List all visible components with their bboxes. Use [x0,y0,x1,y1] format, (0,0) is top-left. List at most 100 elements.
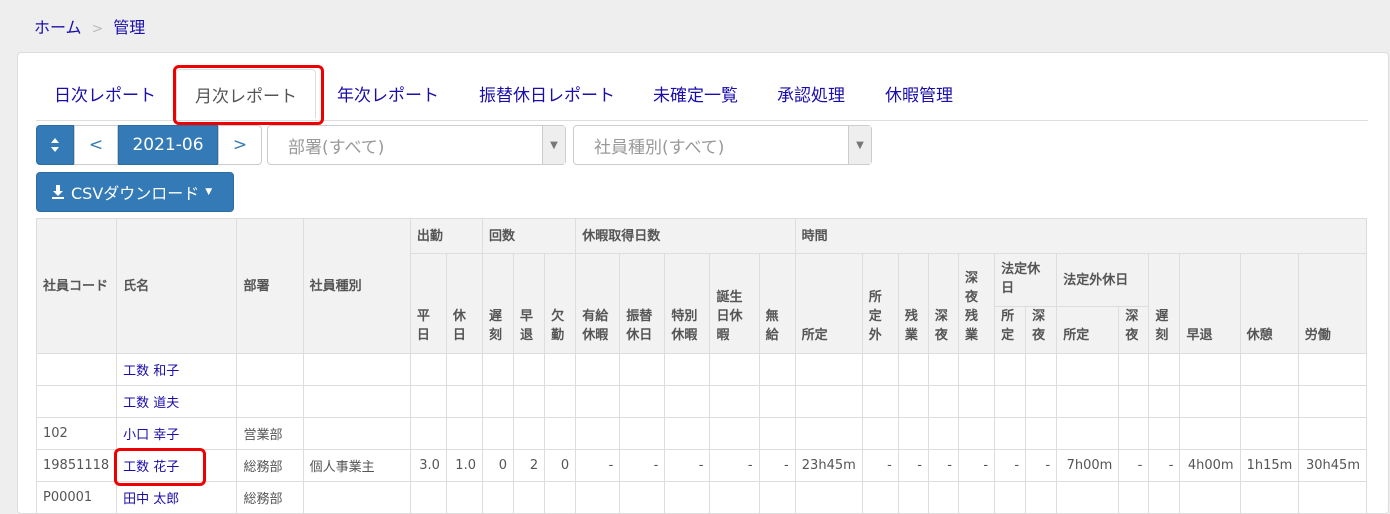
cell-value [927,481,959,514]
tab-substitute-holiday-report[interactable]: 振替休日レポート [479,81,615,106]
cell-name: 工数 道夫 [116,385,238,418]
cell-value [1297,385,1368,418]
cell-value [957,385,996,418]
tab-monthly-report[interactable]: 月次レポート [176,69,316,119]
cell-value [861,385,899,418]
cell-value: - [758,449,796,482]
cell-value [664,481,711,514]
group-count: 回数 [481,218,577,254]
cell-name: 工数 和子 [116,353,238,386]
cell-value [481,385,515,418]
col-employee-type: 社員種別 [302,218,411,354]
month-picker-toggle[interactable] [36,125,74,165]
cell-value [709,385,760,418]
cell-value: - [664,449,711,482]
col-department: 部署 [236,218,304,354]
cell-value [1056,353,1120,386]
cell-value [1025,481,1058,514]
report-tabs: 日次レポート 月次レポート 年次レポート 振替休日レポート 未確定一覧 承認処理… [36,69,1368,121]
cell-value [709,481,760,514]
cell-value [794,481,863,514]
cell-employee-code: 102 [35,417,118,450]
cell-employee-type [302,385,411,418]
cell-value [1118,353,1150,386]
cell-value [897,385,929,418]
cell-value [409,353,447,386]
employee-type-select-placeholder: 社員種別(すべて) [594,137,725,158]
col-special-leave: 特別休暇 [664,253,711,354]
cell-employee-code: 19851118 [35,449,118,482]
cell-value: - [957,449,996,482]
tab-leave-management[interactable]: 休暇管理 [885,81,953,106]
prev-month-button[interactable]: < [74,125,118,165]
col-late: 遅刻 [481,253,515,354]
cell-value: 0 [481,449,515,482]
breadcrumb-current-link[interactable]: 管理 [113,18,145,37]
cell-value [513,417,546,450]
col-early-leave: 早退 [513,253,546,354]
department-select[interactable]: 部署(すべて) ▼ [267,125,566,165]
employee-name-link[interactable]: 工数 道夫 [123,396,179,411]
cell-value [897,481,929,514]
tab-yearly-report[interactable]: 年次レポート [337,81,439,106]
employee-name-link[interactable]: 工数 花子 [123,460,179,475]
cell-value [1239,353,1299,386]
cell-value [994,481,1027,514]
chevron-down-icon: ▼ [542,126,565,164]
cell-department: 総務部 [236,449,304,482]
cell-value [409,481,447,514]
cell-value [927,417,959,450]
col-night: 深夜 [927,253,959,354]
cell-employee-type [302,417,411,450]
cell-value [794,353,863,386]
employee-name-link[interactable]: 小口 幸子 [123,428,179,443]
cell-value: - [994,449,1027,482]
cell-value [619,417,666,450]
table-row: 19851118 工数 花子 総務部 個人事業主 3.0 1.0 0 2 0- - - - -23h45… [35,449,1368,482]
cell-value [445,353,483,386]
employee-type-select[interactable]: 社員種別(すべて) ▼ [573,125,872,165]
cell-value [861,417,899,450]
breadcrumb-home-link[interactable]: ホーム [34,18,82,37]
cell-value [513,353,546,386]
cell-value [664,385,711,418]
table-row: 工数 和子 [35,353,1368,386]
table-row: 工数 道夫 [35,385,1368,418]
tab-unconfirmed-list[interactable]: 未確定一覧 [653,81,738,106]
current-month[interactable]: 2021-06 [118,125,218,165]
cell-value [1056,417,1120,450]
cell-value: - [861,449,899,482]
cell-value [445,481,483,514]
cell-value [1239,417,1299,450]
col-legal-holiday-night: 深夜 [1025,306,1058,354]
cell-value [1025,417,1058,450]
col-night-overtime: 深夜残業 [957,253,996,354]
csv-download-button[interactable]: CSVダウンロード ▼ [36,172,234,212]
cell-value [409,417,447,450]
col-weekday: 平日 [409,253,447,354]
col-nonlegal-holiday-night: 深夜 [1118,306,1150,354]
tab-daily-report[interactable]: 日次レポート [54,81,156,106]
cell-value [445,417,483,450]
cell-value: 7h00m [1056,449,1120,482]
cell-value [1025,385,1058,418]
department-select-placeholder: 部署(すべて) [288,137,385,158]
table-group-header-row: 社員コード 氏名 部署 社員種別 出勤 回数 休暇取得日数 時間 [35,218,1368,354]
col-break: 休憩 [1239,253,1299,354]
cell-value [927,353,959,386]
cell-value [544,417,577,450]
employee-name-link[interactable]: 工数 和子 [123,364,179,379]
col-outside-prescribed: 所定外 [861,253,899,354]
cell-value: 2 [513,449,546,482]
cell-value [481,417,515,450]
cell-value: 30h45m [1297,449,1368,482]
cell-value [619,481,666,514]
sort-icon [51,138,59,152]
cell-value: - [709,449,760,482]
cell-value [994,385,1027,418]
cell-employee-code [35,353,118,386]
tab-approval[interactable]: 承認処理 [777,81,845,106]
col-time-late: 遅刻 [1148,253,1181,354]
next-month-button[interactable]: > [218,125,262,165]
cell-value [1025,353,1058,386]
